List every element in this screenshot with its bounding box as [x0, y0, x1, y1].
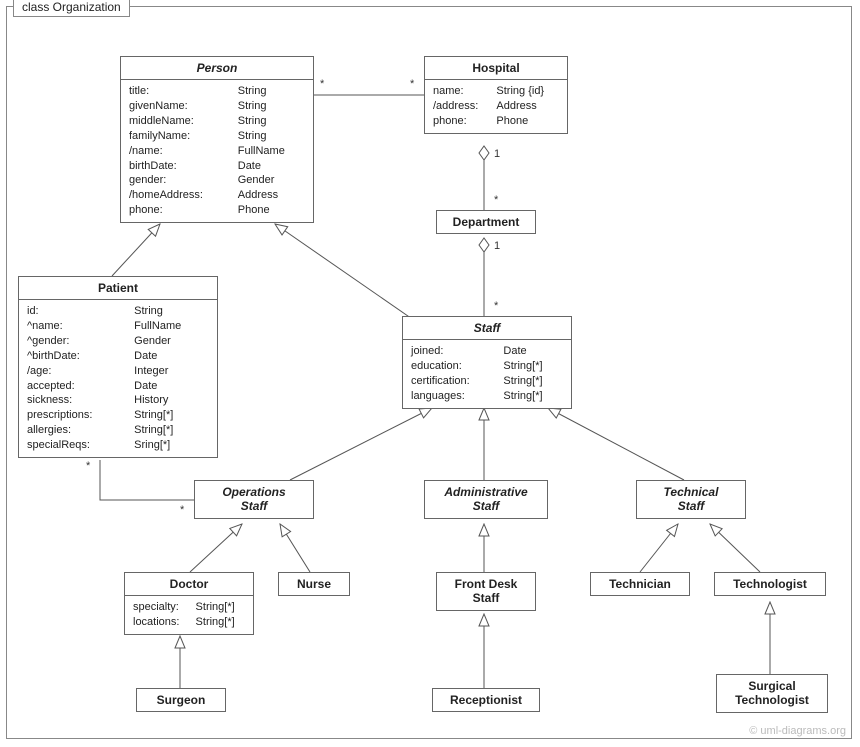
class-doctor: Doctor specialty:String[*]locations:Stri…	[124, 572, 254, 635]
attribute-row: name:String {id}	[431, 84, 561, 99]
attribute-row: ^name:FullName	[25, 319, 211, 334]
attribute-row: /homeAddress:Address	[127, 188, 307, 203]
class-patient-attrs: id:String^name:FullName^gender:Gender^bi…	[25, 304, 211, 452]
class-technician: Technician	[590, 572, 690, 596]
attribute-row: givenName:String	[127, 99, 307, 114]
attribute-row: ^gender:Gender	[25, 334, 211, 349]
attribute-row: prescriptions:String[*]	[25, 408, 211, 423]
class-person-name: Person	[121, 57, 313, 80]
class-administrative-staff: Administrative Staff	[424, 480, 548, 519]
class-surgeon-name: Surgeon	[137, 689, 225, 711]
class-operations-staff-name: Operations Staff	[195, 481, 313, 518]
class-department: Department	[436, 210, 536, 234]
class-nurse-name: Nurse	[279, 573, 349, 595]
attribute-row: specialReqs:Sring[*]	[25, 438, 211, 453]
attribute-row: accepted:Date	[25, 379, 211, 394]
class-receptionist: Receptionist	[432, 688, 540, 712]
class-doctor-name: Doctor	[125, 573, 253, 596]
attribute-row: joined:Date	[409, 344, 565, 359]
class-staff-name: Staff	[403, 317, 571, 340]
frame-title: class Organization	[13, 0, 130, 17]
mult-dept-staff-bottom: *	[494, 300, 498, 312]
attribute-row: familyName:String	[127, 129, 307, 144]
class-technologist-name: Technologist	[715, 573, 825, 595]
attribute-row: middleName:String	[127, 114, 307, 129]
attribute-row: id:String	[25, 304, 211, 319]
mult-patient-ops-top: *	[86, 460, 90, 472]
attribute-row: certification:String[*]	[409, 374, 565, 389]
attribute-row: education:String[*]	[409, 359, 565, 374]
class-person: Person title:StringgivenName:Stringmiddl…	[120, 56, 314, 223]
attribute-row: gender:Gender	[127, 173, 307, 188]
class-staff: Staff joined:Dateeducation:String[*]cert…	[402, 316, 572, 409]
attribute-row: /address:Address	[431, 99, 561, 114]
class-receptionist-name: Receptionist	[433, 689, 539, 711]
attribute-row: /age:Integer	[25, 364, 211, 379]
class-hospital: Hospital name:String {id}/address:Addres…	[424, 56, 568, 134]
class-hospital-name: Hospital	[425, 57, 567, 80]
class-technical-staff-name: Technical Staff	[637, 481, 745, 518]
attribute-row: languages:String[*]	[409, 389, 565, 404]
attribute-row: specialty:String[*]	[131, 600, 247, 615]
class-technologist: Technologist	[714, 572, 826, 596]
class-doctor-attrs: specialty:String[*]locations:String[*]	[131, 600, 247, 630]
class-technician-name: Technician	[591, 573, 689, 595]
attribute-row: ^birthDate:Date	[25, 349, 211, 364]
diagram-canvas: class Organization	[0, 0, 860, 747]
class-surgical-technologist: Surgical Technologist	[716, 674, 828, 713]
attribute-row: allergies:String[*]	[25, 423, 211, 438]
attribute-row: birthDate:Date	[127, 159, 307, 174]
attribute-row: locations:String[*]	[131, 615, 247, 630]
mult-patient-ops-bottom: *	[180, 504, 184, 516]
attribute-row: title:String	[127, 84, 307, 99]
attribute-row: /name:FullName	[127, 144, 307, 159]
watermark: © uml-diagrams.org	[749, 725, 846, 737]
class-hospital-attrs: name:String {id}/address:Addressphone:Ph…	[431, 84, 561, 129]
mult-hosp-dept-bottom: *	[494, 194, 498, 206]
attribute-row: phone:Phone	[431, 114, 561, 129]
class-surgical-technologist-name: Surgical Technologist	[717, 675, 827, 712]
class-nurse: Nurse	[278, 572, 350, 596]
class-surgeon: Surgeon	[136, 688, 226, 712]
mult-dept-staff-top: 1	[494, 240, 500, 252]
attribute-row: sickness:History	[25, 393, 211, 408]
class-patient: Patient id:String^name:FullName^gender:G…	[18, 276, 218, 458]
class-front-desk-staff: Front Desk Staff	[436, 572, 536, 611]
mult-person-hospital-left: *	[320, 78, 324, 90]
class-technical-staff: Technical Staff	[636, 480, 746, 519]
class-administrative-staff-name: Administrative Staff	[425, 481, 547, 518]
class-operations-staff: Operations Staff	[194, 480, 314, 519]
mult-person-hospital-right: *	[410, 78, 414, 90]
mult-hosp-dept-top: 1	[494, 148, 500, 160]
class-front-desk-staff-name: Front Desk Staff	[437, 573, 535, 610]
class-department-name: Department	[437, 211, 535, 233]
attribute-row: phone:Phone	[127, 203, 307, 218]
class-person-attrs: title:StringgivenName:StringmiddleName:S…	[127, 84, 307, 218]
class-staff-attrs: joined:Dateeducation:String[*]certificat…	[409, 344, 565, 403]
class-patient-name: Patient	[19, 277, 217, 300]
